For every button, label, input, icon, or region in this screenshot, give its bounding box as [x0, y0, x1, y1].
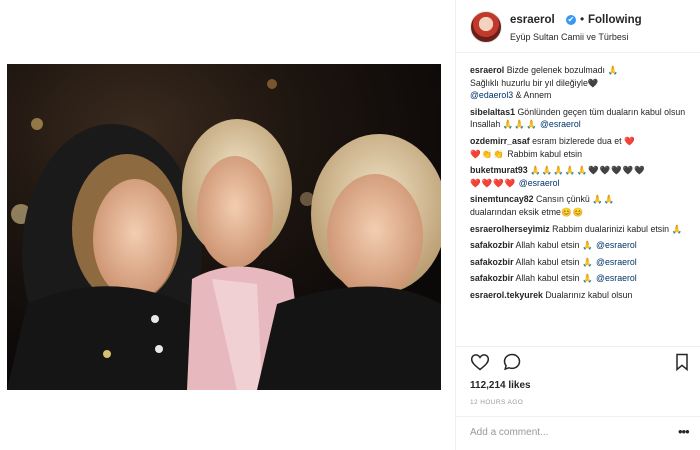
comment-item: ozdemirr_asaf esram bizlerede dua et ❤️ … [470, 135, 692, 160]
comment-text: Allah kabul etsin [515, 240, 580, 251]
comment-username[interactable]: ozdemirr_asaf [470, 136, 530, 146]
comment-username[interactable]: esraerolherseyimiz [470, 224, 550, 234]
comment-mention[interactable]: @esraerol [596, 257, 637, 267]
composer-divider [456, 416, 700, 417]
comment-username[interactable]: sinemtuncay82 [470, 194, 534, 204]
post-photo[interactable] [7, 64, 441, 390]
comment-item: esraerolherseyimiz Rabbim dualarinizi ka… [470, 223, 692, 236]
comment-emoji: 🖤 [587, 77, 600, 88]
comment-text: Allah kabul etsin [515, 273, 580, 284]
heart-icon[interactable] [470, 352, 490, 372]
post-location[interactable]: Eyüp Sultan Camii ve Türbesi [510, 32, 628, 42]
comment-emoji: 😊😊 [560, 206, 585, 217]
comment-mention[interactable]: @edaerol3 [470, 90, 513, 100]
comment-username[interactable]: esraerol.tekyurek [470, 290, 543, 300]
comment-emoji: 🙏🙏🙏🙏🙏 [530, 165, 589, 176]
comment-item: esraerol Bizde gelenek bozulmadı 🙏 Sağlı… [470, 64, 692, 102]
comment-text: Allah kabul etsin [515, 256, 580, 267]
comment-text: & Annem [515, 90, 552, 101]
following-button[interactable]: Following [588, 14, 642, 26]
comment-username[interactable]: safakozbir [470, 240, 514, 250]
comment-username[interactable]: buketmurat93 [470, 165, 528, 175]
comment-text: dualarından eksik etme [470, 206, 561, 217]
comment-emoji: 🙏 [582, 256, 594, 267]
comment-text: Dualarınız kabul olsun [545, 289, 633, 300]
comment-emoji: 🙏 [582, 273, 594, 284]
action-bar [470, 352, 692, 374]
separator-dot: • [580, 12, 585, 26]
comment-text: Rabbim dualarinizi kabul etsin [552, 223, 670, 234]
comment-item: safakozbir Allah kabul etsin 🙏 @esraerol [470, 272, 692, 285]
comment-username[interactable]: esraerol [470, 65, 504, 75]
comment-username[interactable]: safakozbir [470, 273, 514, 283]
avatar[interactable] [470, 11, 502, 43]
comment-text: Bizde gelenek bozulmadı [506, 65, 605, 75]
comment-username[interactable]: safakozbir [470, 257, 514, 267]
comment-item: safakozbir Allah kabul etsin 🙏 @esraerol [470, 256, 692, 269]
verified-badge-icon: ✔ [566, 15, 576, 25]
post-username[interactable]: esraerol [510, 14, 555, 26]
comment-emoji: 🖤🖤🖤🖤🖤 [588, 165, 646, 176]
header-divider [456, 52, 700, 53]
comment-username[interactable]: sibelaltas1 [470, 107, 515, 117]
bookmark-icon[interactable] [672, 352, 692, 372]
post-header: esraerol ✔ • Following Eyüp Sultan Camii… [470, 10, 695, 46]
more-options-icon[interactable]: ••• [678, 424, 690, 439]
comment-emoji: ❤️👏👏 [470, 148, 505, 159]
post-timestamp[interactable]: 12 HOURS AGO [470, 399, 523, 406]
comment-item: esraerol.tekyurek Dualarınız kabul olsun [470, 289, 692, 302]
like-count[interactable]: 112,214 likes [470, 380, 531, 391]
comment-mention[interactable]: @esraerol [596, 273, 637, 283]
comment-emoji: 🙏 [607, 65, 620, 75]
comment-emoji: ❤️ [624, 135, 636, 146]
comment-item: safakozbir Allah kabul etsin 🙏 @esraerol [470, 239, 692, 252]
speech-bubble-icon[interactable] [502, 352, 522, 372]
actions-divider [456, 346, 700, 347]
comment-emoji: 🙏 [582, 240, 594, 251]
comment-text: Sağlıklı huzurlu bir yıl dileğiyle [470, 77, 588, 88]
comment-emoji: 🙏🙏 [592, 194, 616, 205]
comment-item: sibelaltas1 Gönlünden geçen tüm duaların… [470, 106, 692, 131]
comment-list[interactable]: esraerol Bizde gelenek bozulmadı 🙏 Sağlı… [470, 64, 692, 344]
comment-mention[interactable]: @esraerol [540, 119, 581, 129]
comment-mention[interactable]: @esraerol [596, 240, 637, 250]
comment-text: Rabbim kabul etsin [507, 148, 583, 159]
comment-emoji: 🙏🙏🙏 [502, 119, 538, 130]
comment-emoji: ❤️❤️❤️❤️ [470, 177, 517, 188]
comment-emoji: 🙏 [671, 223, 684, 234]
comment-text: esram bizlerede dua et [532, 135, 622, 146]
comment-item: sinemtuncay82 Cansın çünkü 🙏🙏 dualarında… [470, 193, 692, 218]
add-comment-input[interactable]: Add a comment... [470, 427, 548, 438]
comment-text: Cansın çünkü [536, 194, 590, 205]
photo-image [7, 64, 441, 390]
panel-divider [455, 0, 456, 450]
comment-item: buketmurat93 🙏🙏🙏🙏🙏🖤🖤🖤🖤🖤 ❤️❤️❤️❤️ @esraer… [470, 164, 692, 189]
comment-mention[interactable]: @esraerol [519, 178, 560, 188]
